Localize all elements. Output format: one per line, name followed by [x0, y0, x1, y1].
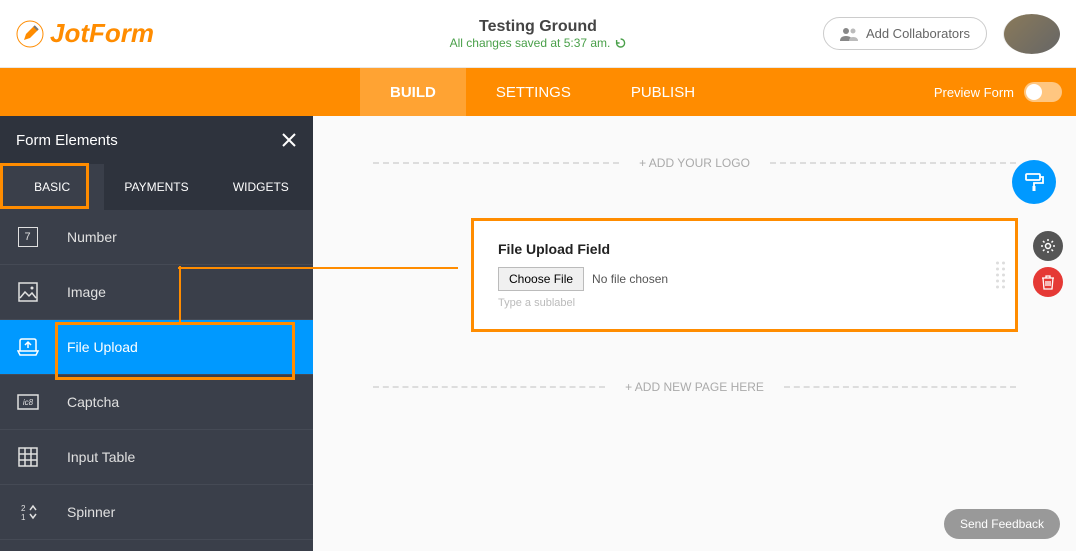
sidebar-tab-basic[interactable]: BASIC — [0, 164, 104, 210]
sidebar-title: Form Elements — [16, 132, 118, 149]
tab-build[interactable]: BUILD — [360, 68, 466, 116]
element-file-upload[interactable]: File Upload — [0, 320, 313, 375]
paint-roller-icon — [1023, 171, 1045, 193]
preview-form-label: Preview Form — [934, 85, 1014, 100]
nav-bar: BUILD SETTINGS PUBLISH Preview Form — [0, 68, 1076, 116]
add-logo-label: + ADD YOUR LOGO — [619, 156, 770, 170]
save-status: All changes saved at 5:37 am. — [450, 36, 627, 50]
element-input-table[interactable]: Input Table — [0, 430, 313, 485]
field-title[interactable]: File Upload Field — [498, 241, 991, 257]
collaborators-icon — [840, 27, 858, 41]
header-center: Testing Ground All changes saved at 5:37… — [450, 18, 627, 50]
top-header: JotForm Testing Ground All changes saved… — [0, 0, 1076, 68]
canvas: + ADD YOUR LOGO File Upload Field Choose… — [313, 116, 1076, 551]
undo-icon[interactable] — [614, 37, 626, 49]
add-collaborators-button[interactable]: Add Collaborators — [823, 17, 987, 50]
svg-text:2: 2 — [21, 504, 26, 513]
header-right: Add Collaborators — [823, 14, 1076, 54]
form-title[interactable]: Testing Ground — [450, 18, 627, 36]
sidebar-tab-widgets[interactable]: WIDGETS — [209, 164, 313, 210]
field-sublabel[interactable]: Type a sublabel — [498, 297, 991, 309]
preview-form-toggle[interactable] — [1024, 82, 1062, 102]
dashed-line — [784, 386, 1016, 388]
element-list: 7 Number Image — [0, 210, 313, 551]
element-number[interactable]: 7 Number — [0, 210, 313, 265]
sidebar-header: Form Elements — [0, 116, 313, 164]
file-upload-icon — [17, 337, 39, 357]
svg-text:ic8: ic8 — [22, 398, 33, 407]
user-avatar[interactable] — [1003, 14, 1060, 54]
preview-form-area: Preview Form — [934, 82, 1076, 102]
sidebar-tab-payments[interactable]: PAYMENTS — [104, 164, 208, 210]
add-page-row[interactable]: + ADD NEW PAGE HERE — [373, 380, 1016, 394]
number-icon: 7 — [18, 227, 38, 247]
spinner-icon: 2 1 — [18, 502, 38, 522]
image-icon — [18, 282, 38, 302]
form-designer-button[interactable] — [1012, 160, 1056, 204]
send-feedback-button[interactable]: Send Feedback — [944, 509, 1060, 539]
svg-text:1: 1 — [21, 513, 26, 522]
main-area: Form Elements BASIC PAYMENTS WIDGETS 7 N… — [0, 116, 1076, 551]
logo-pen-icon — [16, 20, 44, 48]
input-table-icon — [18, 447, 38, 467]
field-delete-button[interactable] — [1033, 267, 1063, 297]
tab-publish[interactable]: PUBLISH — [601, 68, 725, 116]
element-captcha[interactable]: ic8 Captcha — [0, 375, 313, 430]
captcha-icon: ic8 — [17, 394, 39, 410]
logo[interactable]: JotForm — [0, 18, 154, 49]
file-input-row: Choose File No file chosen — [498, 267, 991, 291]
trash-icon — [1041, 274, 1055, 290]
sidebar: Form Elements BASIC PAYMENTS WIDGETS 7 N… — [0, 116, 313, 551]
close-sidebar-icon[interactable] — [281, 132, 297, 148]
dashed-line — [770, 162, 1016, 164]
field-actions — [1033, 231, 1063, 297]
choose-file-button[interactable]: Choose File — [498, 267, 584, 291]
dashed-line — [373, 386, 605, 388]
tab-settings[interactable]: SETTINGS — [466, 68, 601, 116]
file-upload-field[interactable]: File Upload Field Choose File No file ch… — [473, 220, 1016, 330]
element-spinner[interactable]: 2 1 Spinner — [0, 485, 313, 540]
no-file-text: No file chosen — [592, 272, 668, 286]
toggle-knob — [1026, 84, 1042, 100]
element-image[interactable]: Image — [0, 265, 313, 320]
sidebar-tabs: BASIC PAYMENTS WIDGETS — [0, 164, 313, 210]
drag-handle[interactable] — [996, 262, 1005, 289]
dashed-line — [373, 162, 619, 164]
nav-tabs: BUILD SETTINGS PUBLISH — [360, 68, 725, 116]
add-page-label: + ADD NEW PAGE HERE — [605, 380, 784, 394]
gear-icon — [1040, 238, 1056, 254]
field-settings-button[interactable] — [1033, 231, 1063, 261]
add-logo-row[interactable]: + ADD YOUR LOGO — [373, 156, 1016, 170]
logo-text: JotForm — [50, 18, 154, 49]
